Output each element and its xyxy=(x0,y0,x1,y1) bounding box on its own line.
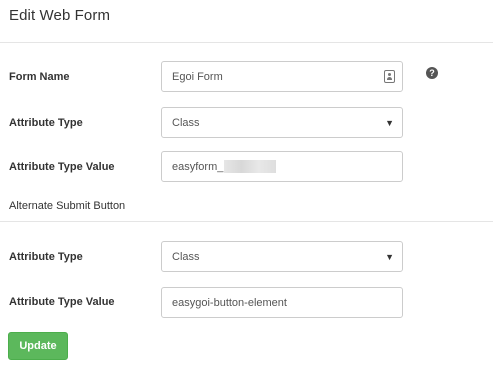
question-circle-icon[interactable]: ? xyxy=(426,67,438,79)
edit-web-form-modal: Edit Web Form Form Name Egoi Form ? Attr… xyxy=(0,0,493,367)
attribute-type-label: Attribute Type xyxy=(9,117,83,129)
redacted-block xyxy=(224,160,277,173)
attribute-type-value-label: Attribute Type Value xyxy=(9,161,115,173)
alt-attribute-type-value-label: Attribute Type Value xyxy=(9,296,115,308)
chevron-down-icon: ▼ xyxy=(385,252,394,262)
alt-attribute-type-value-text: easygoi-button-element xyxy=(172,296,287,309)
alternate-submit-section-title: Alternate Submit Button xyxy=(9,200,126,212)
chevron-down-icon: ▼ xyxy=(385,118,394,128)
alt-attribute-type-label: Attribute Type xyxy=(9,251,83,263)
alt-attribute-type-value-input[interactable]: easygoi-button-element xyxy=(161,287,403,318)
attribute-type-select[interactable]: Class ▼ xyxy=(161,107,403,138)
update-button[interactable]: Update xyxy=(8,332,68,360)
form-name-value: Egoi Form xyxy=(172,70,223,83)
contact-card-icon[interactable] xyxy=(384,70,395,83)
form-name-label: Form Name xyxy=(9,71,70,83)
alt-attribute-type-select[interactable]: Class ▼ xyxy=(161,241,403,272)
alt-attribute-type-selected: Class xyxy=(172,250,200,263)
modal-title: Edit Web Form xyxy=(9,7,111,24)
section-divider xyxy=(0,221,493,222)
attribute-type-selected: Class xyxy=(172,116,200,129)
attribute-type-value-input[interactable]: easyform_ xyxy=(161,151,403,182)
form-name-input[interactable]: Egoi Form xyxy=(161,61,403,92)
attribute-type-value-text: easyform_ xyxy=(172,160,224,173)
header-divider xyxy=(0,42,493,43)
